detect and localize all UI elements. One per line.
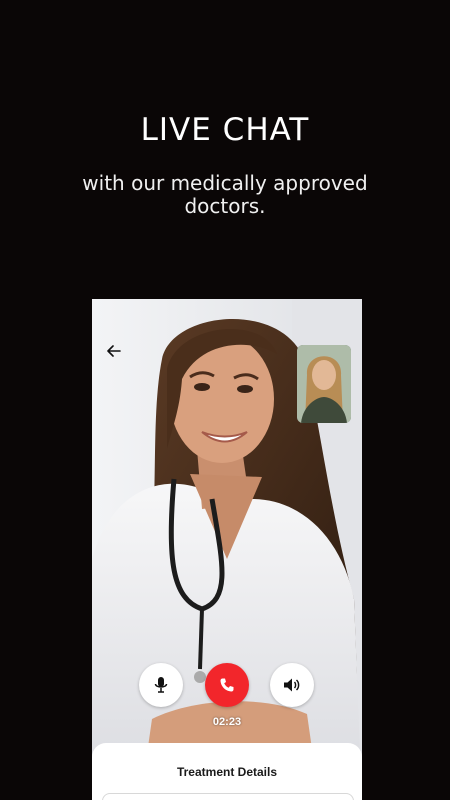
treatment-details-sheet[interactable]: Treatment Details bbox=[92, 743, 362, 800]
subline: with our medically approved doctors. bbox=[82, 171, 368, 218]
mute-button[interactable] bbox=[139, 663, 183, 707]
phone-icon bbox=[220, 678, 234, 692]
arrow-left-icon bbox=[107, 345, 121, 357]
self-view-thumbnail[interactable] bbox=[297, 345, 351, 423]
microphone-icon bbox=[154, 677, 168, 693]
speaker-button[interactable] bbox=[270, 663, 314, 707]
self-view-image bbox=[297, 345, 351, 423]
treatment-details-field[interactable] bbox=[102, 793, 354, 800]
sheet-title: Treatment Details bbox=[176, 765, 278, 779]
phone-mockup: 02:23 Treatment Details bbox=[92, 299, 362, 800]
end-call-button[interactable] bbox=[205, 663, 249, 707]
back-button[interactable] bbox=[102, 339, 126, 363]
call-timer: 02:23 bbox=[212, 716, 242, 728]
headline: LIVE CHAT bbox=[140, 112, 310, 148]
speaker-icon bbox=[284, 678, 300, 692]
